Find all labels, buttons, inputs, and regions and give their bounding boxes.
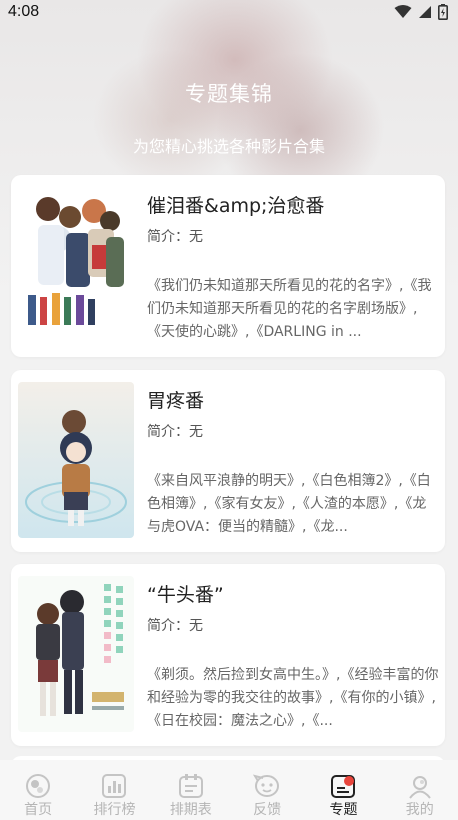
ranking-icon [102, 774, 127, 798]
status-time: 4:08 [8, 3, 40, 20]
topic-intro: 简介：无 [147, 424, 203, 440]
tab-home[interactable]: 首页 [0, 760, 76, 820]
topic-title: “牛头番” [147, 584, 224, 606]
topic-card[interactable]: 催泪番&amp;治愈番 简介：无 《我们仍未知道那天所看见的花的名字》,《我们仍… [11, 175, 445, 357]
topic-poster-image [18, 576, 134, 732]
tab-schedule[interactable]: 排期表 [153, 760, 229, 820]
tab-feedback[interactable]: 反馈 [229, 760, 305, 820]
topic-icon [331, 775, 356, 798]
topic-card[interactable]: “牛头番” 简介：无 《剃须。然后捡到女高中生。》,《经验丰富的你和经验为零的我… [11, 564, 445, 746]
topic-intro: 简介：无 [147, 618, 203, 634]
home-icon [26, 774, 51, 798]
topic-poster-image [18, 382, 134, 538]
tab-topic[interactable]: 专题 [305, 760, 381, 820]
page-title: 专题集锦 [185, 82, 273, 106]
feedback-icon [253, 774, 280, 797]
signal-icon [419, 6, 431, 18]
battery-icon [438, 4, 448, 20]
wifi-icon [394, 5, 412, 18]
schedule-icon [178, 774, 203, 798]
topic-anime-list: 《剃须。然后捡到女高中生。》,《经验丰富的你和经验为零的我交往的故事》,《有你的… [147, 667, 439, 729]
tab-ranking[interactable]: 排行榜 [76, 760, 152, 820]
topic-card[interactable]: 胃疼番 简介：无 《来自风平浪静的明天》,《白色相簿2》,《白色相簿》,《家有女… [11, 370, 445, 552]
topic-anime-list: 《来自风平浪静的明天》,《白色相簿2》,《白色相簿》,《家有女友》,《人渣的本愿… [147, 473, 431, 535]
profile-icon [409, 776, 431, 799]
page-subtitle: 为您精心挑选各种影片合集 [132, 137, 325, 156]
topic-title: 胃疼番 [147, 390, 205, 412]
topic-intro: 简介：无 [147, 229, 203, 245]
status-bar: 4:08 [0, 0, 458, 24]
topic-poster-image [18, 187, 134, 343]
tab-profile[interactable]: 我的 [382, 760, 458, 820]
topic-title: 催泪番&amp;治愈番 [147, 195, 325, 217]
topic-anime-list: 《我们仍未知道那天所看见的花的名字》,《我们仍未知道那天所看见的花的名字剧场版》… [147, 278, 432, 340]
bottom-tab-bar: 首页 排行榜 排期表 反馈 专题 我的 [0, 760, 458, 820]
